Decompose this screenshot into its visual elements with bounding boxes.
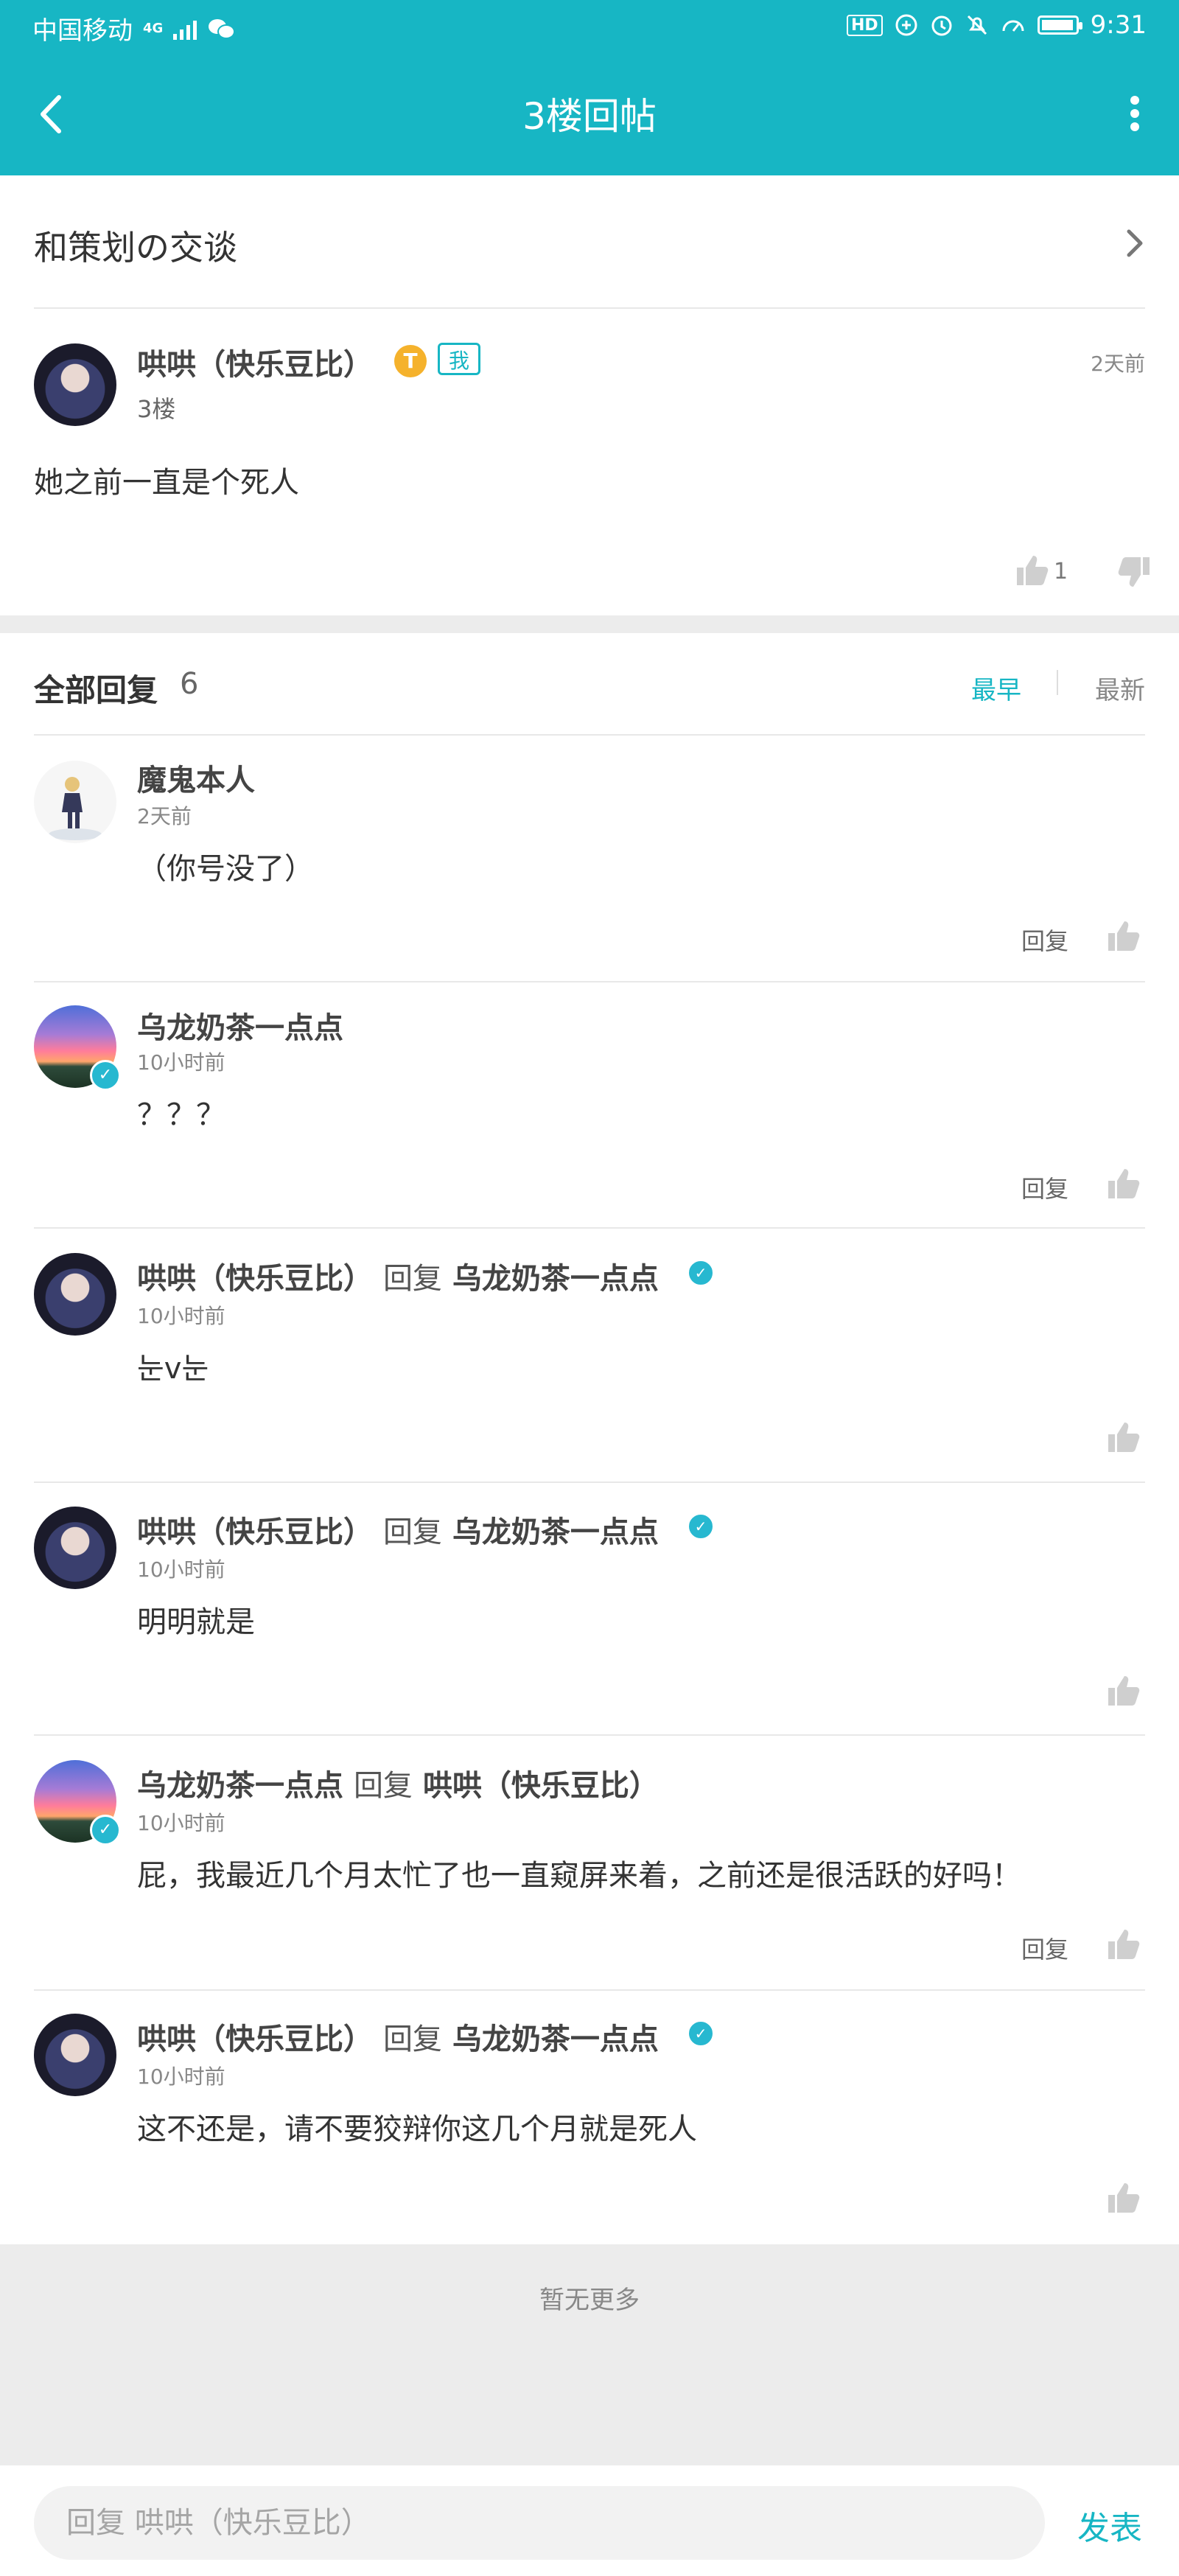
reply-button[interactable]: 回复 bbox=[1021, 1170, 1068, 1204]
thumbs-up-icon[interactable] bbox=[1105, 1165, 1142, 1201]
reply-button[interactable]: 回复 bbox=[1021, 1931, 1068, 1965]
sort-earliest-tab[interactable]: 最早 bbox=[971, 670, 1021, 706]
verified-icon: ✓ bbox=[90, 1060, 121, 1091]
sort-latest-tab[interactable]: 最新 bbox=[1095, 670, 1145, 706]
hd-icon: HD bbox=[846, 14, 883, 36]
reply-content: 屁，我最近几个月太忙了也一直窥屏来着，之前还是很活跃的好吗！ bbox=[137, 1859, 1021, 1893]
reply-target[interactable]: 乌龙奶茶一点点 bbox=[452, 1515, 659, 1549]
reply-time: 10小时前 bbox=[137, 1811, 225, 1835]
thumbs-up-icon[interactable] bbox=[1105, 1925, 1142, 1962]
reply-author[interactable]: 乌龙奶茶一点点 bbox=[137, 1769, 343, 1803]
avatar[interactable] bbox=[34, 761, 116, 843]
reply-time: 2天前 bbox=[137, 804, 192, 828]
carrier-label: 中国移动 bbox=[32, 16, 133, 46]
speed-icon bbox=[1002, 20, 1024, 32]
clock: 9:31 bbox=[1090, 10, 1147, 40]
reply-time: 10小时前 bbox=[137, 1557, 225, 1582]
thumbs-up-icon[interactable] bbox=[1105, 1418, 1142, 1455]
avatar[interactable] bbox=[34, 1253, 116, 1336]
reply-word: 回复 bbox=[382, 1262, 442, 1296]
reply-content: 这不还是，请不要狡辩你这几个月就是死人 bbox=[137, 2112, 697, 2146]
send-button[interactable]: 发表 bbox=[1077, 2502, 1142, 2549]
reply-button[interactable]: 回复 bbox=[1021, 923, 1068, 957]
avatar[interactable] bbox=[34, 2014, 116, 2096]
replies-header: 全部回复 6 最早 最新 bbox=[0, 633, 1179, 735]
replies-count: 6 bbox=[180, 667, 199, 701]
verified-icon: ✓ bbox=[687, 1512, 715, 1540]
alarm-icon bbox=[931, 15, 952, 36]
verified-icon: ✓ bbox=[687, 2020, 715, 2048]
thumbs-up-icon[interactable] bbox=[1105, 917, 1142, 954]
avatar[interactable] bbox=[34, 343, 116, 426]
divider bbox=[34, 1227, 1145, 1229]
divider bbox=[34, 1989, 1145, 1991]
reply-author[interactable]: 哄哄（快乐豆比） bbox=[137, 2022, 373, 2056]
reply-content: 明明就是 bbox=[137, 1605, 255, 1639]
like-count: 1 bbox=[1054, 559, 1068, 584]
thumbs-up-icon[interactable] bbox=[1014, 551, 1051, 588]
top-bar: 中国移动 4G HD 9:31 3楼回帖 bbox=[0, 0, 1179, 175]
reply-author[interactable]: 魔鬼本人 bbox=[137, 756, 255, 799]
reply-header-line: 乌龙奶茶一点点 回复 哄哄（快乐豆比） bbox=[137, 1762, 659, 1804]
post-author[interactable]: 哄哄（快乐豆比） bbox=[137, 341, 373, 383]
reply-header-line: 哄哄（快乐豆比） 回复 乌龙奶茶一点点 bbox=[137, 1508, 659, 1551]
reply-content: （你号没了） bbox=[137, 852, 314, 886]
thumbs-down-icon[interactable] bbox=[1116, 554, 1152, 591]
divider bbox=[34, 981, 1145, 982]
thumbs-up-icon[interactable] bbox=[1105, 2179, 1142, 2216]
reply-author[interactable]: 哄哄（快乐豆比） bbox=[137, 1515, 373, 1549]
verified-icon: ✓ bbox=[687, 1259, 715, 1287]
me-badge: 我 bbox=[438, 343, 480, 375]
reply-target[interactable]: 乌龙奶茶一点点 bbox=[452, 1262, 659, 1296]
reply-author[interactable]: 哄哄（快乐豆比） bbox=[137, 1262, 373, 1296]
reply-target[interactable]: 乌龙奶茶一点点 bbox=[452, 2022, 659, 2056]
thumbs-up-icon[interactable] bbox=[1105, 1672, 1142, 1708]
page-title: 3楼回帖 bbox=[522, 95, 657, 138]
data-saver-icon bbox=[895, 14, 917, 36]
reply-content: ？？？ bbox=[137, 1098, 225, 1132]
level-badge: T bbox=[394, 345, 427, 377]
reply-content: 눈v눈 bbox=[137, 1352, 209, 1386]
sort-separator bbox=[1057, 670, 1058, 695]
reply-author[interactable]: 乌龙奶茶一点点 bbox=[137, 1004, 343, 1047]
signal-icon bbox=[173, 18, 197, 40]
reply-word: 回复 bbox=[382, 1515, 442, 1549]
floor-label: 3楼 bbox=[137, 395, 176, 423]
wechat-icon bbox=[209, 18, 236, 39]
mute-icon bbox=[967, 15, 987, 35]
reply-header-line: 哄哄（快乐豆比） 回复 乌龙奶茶一点点 bbox=[137, 1254, 659, 1297]
divider bbox=[34, 734, 1145, 736]
avatar[interactable] bbox=[34, 1507, 116, 1589]
reply-input[interactable] bbox=[34, 2486, 1045, 2560]
divider bbox=[34, 307, 1145, 309]
verified-icon: ✓ bbox=[90, 1815, 121, 1846]
reply-word: 回复 bbox=[353, 1769, 413, 1803]
divider bbox=[34, 1481, 1145, 1483]
post-time: 2天前 bbox=[1091, 352, 1145, 376]
thread-title: 和策划の交谈 bbox=[34, 228, 237, 268]
reply-word: 回复 bbox=[382, 2022, 442, 2056]
reply-time: 10小时前 bbox=[137, 2064, 225, 2089]
reply-target[interactable]: 哄哄（快乐豆比） bbox=[423, 1769, 659, 1803]
network-label: 4G bbox=[143, 21, 164, 36]
reply-time: 10小时前 bbox=[137, 1304, 225, 1328]
chevron-right-icon bbox=[1127, 229, 1143, 257]
reply-time: 10小时前 bbox=[137, 1050, 225, 1075]
list-end-area bbox=[0, 2244, 1179, 2465]
divider bbox=[34, 1734, 1145, 1736]
more-options-icon[interactable] bbox=[1113, 90, 1157, 142]
status-bar: 中国移动 4G HD 9:31 bbox=[0, 0, 1179, 55]
section-gap bbox=[0, 615, 1179, 633]
reply-header-line: 哄哄（快乐豆比） 回复 乌龙奶茶一点点 bbox=[137, 2015, 659, 2058]
battery-icon bbox=[1037, 15, 1082, 35]
thread-link[interactable]: 和策划の交谈 bbox=[0, 175, 1179, 308]
no-more-label: 暂无更多 bbox=[539, 2286, 640, 2315]
post-content: 她之前一直是个死人 bbox=[34, 466, 299, 500]
replies-title: 全部回复 bbox=[34, 672, 158, 708]
